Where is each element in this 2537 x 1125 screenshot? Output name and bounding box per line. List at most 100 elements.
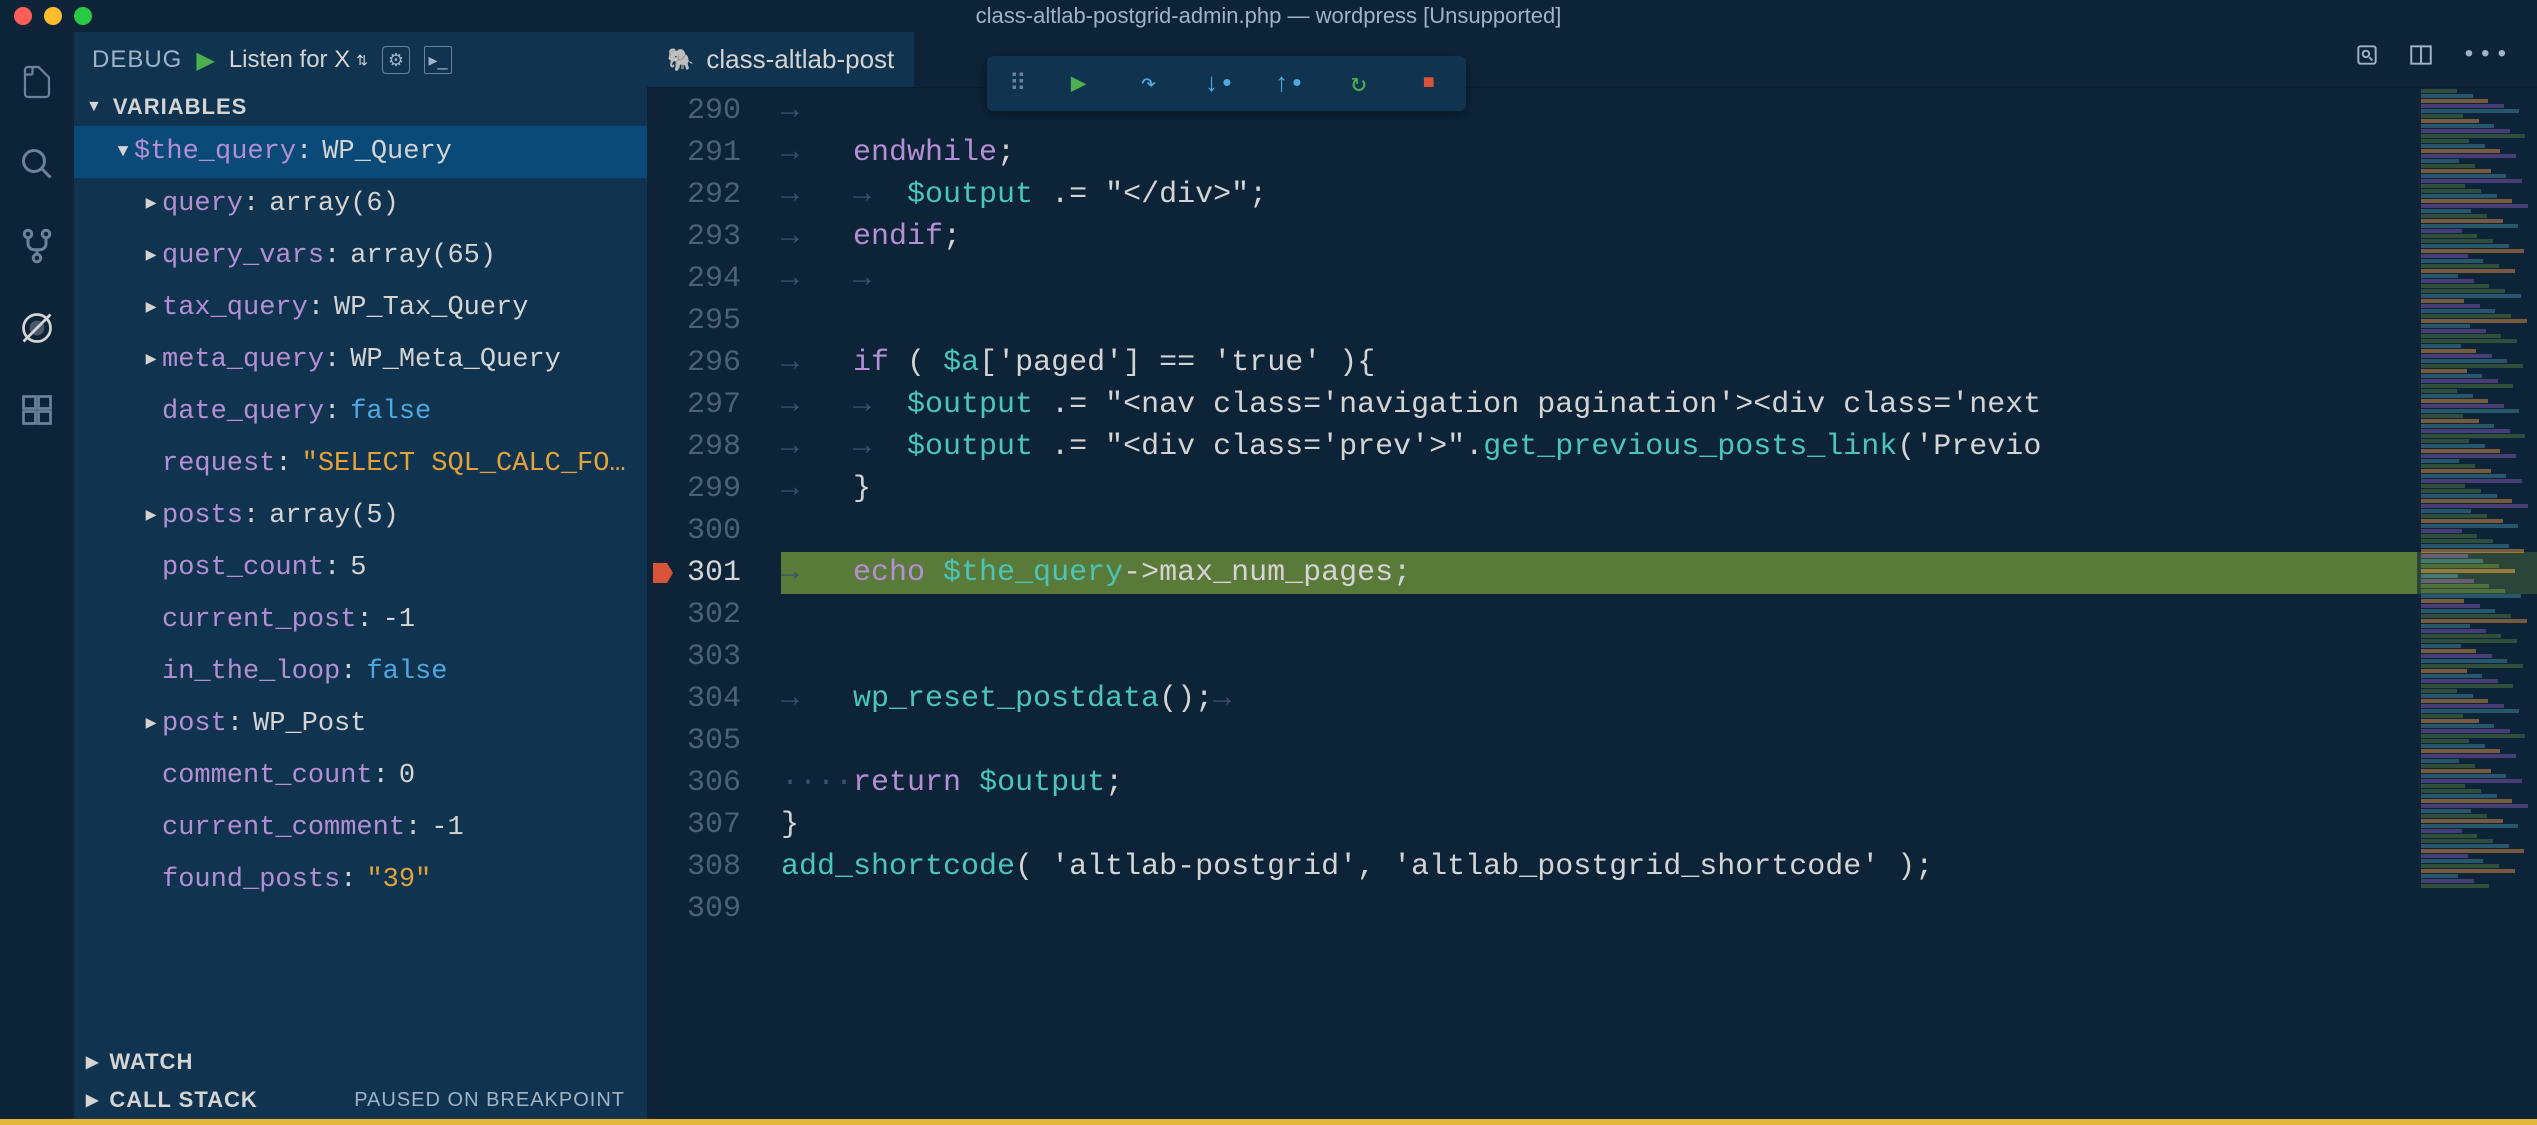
chevron-right-icon: ▶ xyxy=(140,230,162,282)
debug-icon[interactable] xyxy=(17,308,57,348)
variable-value: WP_Tax_Query xyxy=(334,282,528,334)
watch-section-header[interactable]: ▶ WATCH xyxy=(74,1043,647,1081)
split-editor-icon[interactable] xyxy=(2408,42,2434,77)
variables-section-label: VARIABLES xyxy=(113,94,248,120)
code-editor[interactable]: 2902912922932942952962972982993003013023… xyxy=(647,88,2537,1119)
code-line[interactable] xyxy=(781,594,2537,636)
variable-row[interactable]: found_posts:"39" xyxy=(74,854,647,906)
code-line[interactable] xyxy=(781,510,2537,552)
window-title: class-altlab-postgrid-admin.php — wordpr… xyxy=(976,3,1562,29)
code-line[interactable]: → wp_reset_postdata();→ xyxy=(781,678,2537,720)
variable-name: posts xyxy=(162,490,243,542)
variables-section-header[interactable]: ▼ VARIABLES xyxy=(74,88,647,126)
gear-icon[interactable]: ⚙ xyxy=(382,46,410,74)
source-control-icon[interactable] xyxy=(17,226,57,266)
line-number: 298 xyxy=(679,426,741,468)
code-content[interactable]: →→ endwhile;→ → $output .= "</div>";→ en… xyxy=(757,88,2537,1119)
breakpoint-marker[interactable] xyxy=(653,563,673,583)
variable-row[interactable]: current_post:-1 xyxy=(74,594,647,646)
window-maximize-button[interactable] xyxy=(74,7,92,25)
variable-row[interactable]: ▶post:WP_Post xyxy=(74,698,647,750)
code-line[interactable] xyxy=(781,300,2537,342)
variable-name: current_comment xyxy=(162,802,405,854)
variable-name: post xyxy=(162,698,227,750)
variable-row[interactable]: ▶posts:array(5) xyxy=(74,490,647,542)
titlebar: class-altlab-postgrid-admin.php — wordpr… xyxy=(0,0,2537,32)
start-debug-button[interactable]: ▶ xyxy=(196,46,214,75)
code-line[interactable]: → if ( $a['paged'] == 'true' ){ xyxy=(781,342,2537,384)
drag-grip-icon[interactable]: ⠿ xyxy=(1009,69,1024,99)
variable-name: query xyxy=(162,178,243,230)
variable-value: "39" xyxy=(366,854,431,906)
debug-config-select[interactable]: Listen for X ⇅ xyxy=(229,46,368,74)
extensions-icon[interactable] xyxy=(17,390,57,430)
variable-row[interactable]: ▶query_vars:array(65) xyxy=(74,230,647,282)
line-number-gutter: 2902912922932942952962972982993003013023… xyxy=(679,88,757,1119)
variable-row[interactable]: ▶tax_query:WP_Tax_Query xyxy=(74,282,647,334)
code-line[interactable] xyxy=(781,636,2537,678)
chevron-right-icon: ▶ xyxy=(140,490,162,542)
code-line[interactable]: → echo $the_query->max_num_pages; xyxy=(781,552,2537,594)
explorer-icon[interactable] xyxy=(17,62,57,102)
variable-row[interactable]: post_count:5 xyxy=(74,542,647,594)
step-into-button[interactable]: ↓• xyxy=(1204,69,1234,99)
code-line[interactable] xyxy=(781,888,2537,930)
variable-value: WP_Post xyxy=(253,698,366,750)
find-in-file-icon[interactable] xyxy=(2354,42,2380,77)
variable-row[interactable]: current_comment:-1 xyxy=(74,802,647,854)
breakpoint-gutter[interactable] xyxy=(647,88,679,1119)
code-line[interactable]: add_shortcode( 'altlab-postgrid', 'altla… xyxy=(781,846,2537,888)
variables-body: ▼$the_query:WP_Query▶query:array(6)▶quer… xyxy=(74,126,647,1043)
code-line[interactable]: → → xyxy=(781,258,2537,300)
line-number: 303 xyxy=(679,636,741,678)
code-line[interactable]: → endif; xyxy=(781,216,2537,258)
stop-button[interactable]: ■ xyxy=(1414,72,1444,95)
restart-button[interactable]: ↻ xyxy=(1344,68,1374,99)
line-number: 304 xyxy=(679,678,741,720)
variable-row[interactable]: comment_count:0 xyxy=(74,750,647,802)
variable-value: array(5) xyxy=(269,490,399,542)
window-close-button[interactable] xyxy=(14,7,32,25)
minimap[interactable] xyxy=(2417,88,2537,1119)
step-over-button[interactable]: ↷ xyxy=(1134,68,1164,99)
code-line[interactable]: → → $output .= "</div>"; xyxy=(781,174,2537,216)
variable-row[interactable]: ▼$the_query:WP_Query xyxy=(74,126,647,178)
variable-name: tax_query xyxy=(162,282,308,334)
step-out-button[interactable]: ↑• xyxy=(1274,69,1304,99)
code-line[interactable]: ····return $output; xyxy=(781,762,2537,804)
variable-value: 5 xyxy=(350,542,366,594)
chevron-right-icon: ▶ xyxy=(140,178,162,230)
more-actions-icon[interactable]: ••• xyxy=(2462,42,2511,77)
variable-value: 0 xyxy=(399,750,415,802)
search-icon[interactable] xyxy=(17,144,57,184)
variable-name: meta_query xyxy=(162,334,324,386)
continue-button[interactable]: ▶ xyxy=(1064,68,1094,99)
code-line[interactable]: → → $output .= "<div class='prev'>".get_… xyxy=(781,426,2537,468)
line-number: 300 xyxy=(679,510,741,552)
code-line[interactable] xyxy=(781,720,2537,762)
chevron-right-icon: ▶ xyxy=(86,1052,99,1072)
window-minimize-button[interactable] xyxy=(44,7,62,25)
variable-row[interactable]: ▶query:array(6) xyxy=(74,178,647,230)
variable-row[interactable]: request:"SELECT SQL_CALC_FO… xyxy=(74,438,647,490)
callstack-section-header[interactable]: ▶ CALL STACK PAUSED ON BREAKPOINT xyxy=(74,1081,647,1119)
code-line[interactable]: → } xyxy=(781,468,2537,510)
chevron-down-icon: ▼ xyxy=(86,98,103,116)
line-number: 297 xyxy=(679,384,741,426)
debug-header: DEBUG ▶ Listen for X ⇅ ⚙ ▸_ xyxy=(74,32,647,88)
debug-console-icon[interactable]: ▸_ xyxy=(424,46,452,74)
variable-value: -1 xyxy=(431,802,463,854)
callstack-section-label: CALL STACK xyxy=(109,1087,258,1113)
code-line[interactable]: } xyxy=(781,804,2537,846)
code-line[interactable]: → endwhile; xyxy=(781,132,2537,174)
variable-row[interactable]: date_query:false xyxy=(74,386,647,438)
variable-value: false xyxy=(366,646,447,698)
variable-row[interactable]: ▶meta_query:WP_Meta_Query xyxy=(74,334,647,386)
line-number: 292 xyxy=(679,174,741,216)
line-number: 301 xyxy=(679,552,741,594)
variable-value: array(6) xyxy=(269,178,399,230)
variable-value: WP_Meta_Query xyxy=(350,334,561,386)
variable-row[interactable]: in_the_loop:false xyxy=(74,646,647,698)
code-line[interactable]: → → $output .= "<nav class='navigation p… xyxy=(781,384,2537,426)
editor-tab[interactable]: 🐘 class-altlab-post xyxy=(647,32,914,87)
